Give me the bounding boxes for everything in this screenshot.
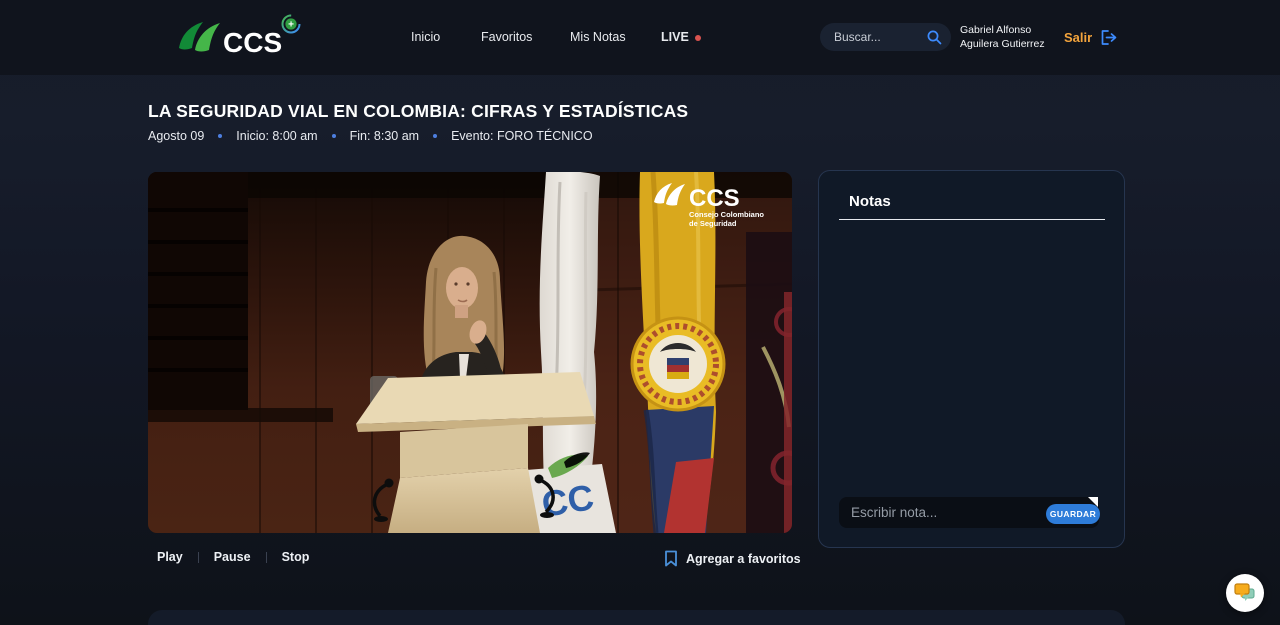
user-name-line1: Gabriel Alfonso [960, 23, 1045, 37]
watermark-caption2: de Seguridad [689, 219, 737, 228]
stop-button[interactable]: Stop [282, 550, 310, 564]
nav-item-mis-notas[interactable]: Mis Notas [570, 30, 626, 44]
pause-button[interactable]: Pause [214, 550, 251, 564]
chat-widget-button[interactable] [1226, 574, 1264, 612]
play-button[interactable]: Play [157, 550, 183, 564]
control-separator [198, 552, 199, 563]
brand-text: CCS [223, 27, 282, 58]
top-navbar: CCS + Inicio Favoritos Mis Notas LIVE Ga… [0, 0, 1280, 75]
bottom-section-panel [148, 610, 1125, 625]
video-player[interactable]: CC [148, 172, 792, 533]
ccs-logo[interactable]: CCS + [175, 14, 305, 62]
live-indicator-dot [695, 35, 701, 41]
page-title: LA SEGURIDAD VIAL EN COLOMBIA: CIFRAS Y … [148, 101, 688, 122]
video-controls: Play Pause Stop [157, 550, 309, 564]
save-note-button[interactable]: GUARDAR [1046, 504, 1100, 524]
plus-badge: + [288, 20, 294, 31]
user-name-line2: Aguilera Gutierrez [960, 37, 1045, 51]
notes-panel: Notas GUARDAR [818, 170, 1125, 548]
notes-title: Notas [849, 193, 891, 210]
meta-dot [332, 134, 336, 138]
live-label: LIVE [661, 30, 689, 44]
meta-dot [433, 134, 437, 138]
control-separator [266, 552, 267, 563]
search-box[interactable] [820, 23, 951, 51]
event-meta: Agosto 09 Inicio: 8:00 am Fin: 8:30 am E… [148, 129, 593, 143]
favorite-label: Agregar a favoritos [686, 552, 801, 566]
chat-bubbles-icon [1233, 582, 1257, 604]
user-name: Gabriel Alfonso Aguilera Gutierrez [960, 23, 1045, 51]
logout-label: Salir [1064, 30, 1092, 45]
nav-item-inicio[interactable]: Inicio [411, 30, 440, 44]
bookmark-icon [664, 550, 678, 567]
logout-icon [1099, 29, 1119, 46]
search-input[interactable] [834, 30, 926, 44]
video-still: CC [148, 172, 792, 533]
watermark-brand: CCS [689, 185, 740, 212]
logout-button[interactable]: Salir [1064, 29, 1119, 46]
event-type: Evento: FORO TÉCNICO [451, 129, 592, 143]
event-start-time: Inicio: 8:00 am [236, 129, 317, 143]
watermark-caption1: Consejo Colombiano [689, 210, 764, 219]
event-date: Agosto 09 [148, 129, 204, 143]
nav-item-favoritos[interactable]: Favoritos [481, 30, 532, 44]
ccs-logo-icon: CCS + [175, 14, 305, 62]
app-root: CCS + Inicio Favoritos Mis Notas LIVE Ga… [0, 0, 1280, 625]
search-icon[interactable] [926, 29, 943, 46]
meta-dot [218, 134, 222, 138]
nav-item-live[interactable]: LIVE [661, 30, 701, 44]
event-end-time: Fin: 8:30 am [350, 129, 419, 143]
add-to-favorites-button[interactable]: Agregar a favoritos [664, 550, 801, 567]
notes-divider [839, 219, 1105, 220]
